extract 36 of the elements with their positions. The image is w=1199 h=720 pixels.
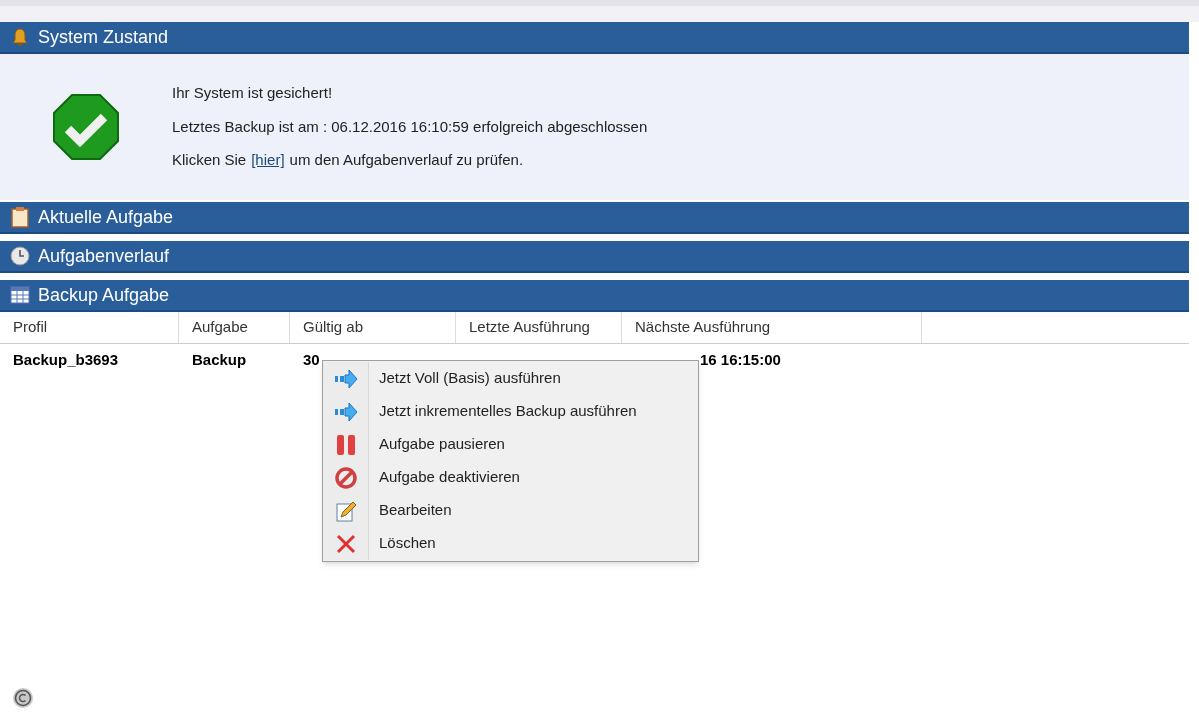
column-header[interactable]: Aufgabe <box>179 312 290 343</box>
check-shield-icon <box>52 93 120 161</box>
column-header[interactable]: Profil <box>0 312 179 343</box>
section-header[interactable]: Aufgabenverlauf <box>0 241 1189 273</box>
history-link[interactable]: [hier] <box>251 149 285 172</box>
status-text: Letztes Backup ist am : 06.12.2016 16:10:59 erfolgreich abgeschlossen <box>172 116 648 137</box>
menu-item[interactable]: Jetzt Voll (Basis) ausführen <box>323 362 698 395</box>
table-cell: 16 16:15:00 <box>700 350 781 368</box>
status-text: Ihr System ist gesichert! <box>172 83 334 104</box>
clipboard-icon <box>10 206 30 228</box>
edit-icon <box>334 499 357 522</box>
table-cell: Backup <box>192 350 247 368</box>
menu-item[interactable]: Aufgabe deaktivieren <box>323 461 698 494</box>
column-header[interactable]: Letzte Ausführung <box>456 312 622 343</box>
status-text: um den Aufgabenverlauf zu prüfen. <box>289 150 524 171</box>
table-cell: Backup_b3693 <box>13 350 119 368</box>
menu-item[interactable]: Bearbeiten <box>323 494 698 527</box>
table-icon <box>10 286 30 304</box>
column-header[interactable]: Gültig ab <box>290 312 456 343</box>
prohibited-icon <box>334 466 357 489</box>
menu-item[interactable]: Löschen <box>323 527 698 560</box>
copyright-icon <box>12 687 34 709</box>
clock-icon <box>10 246 30 266</box>
menu-item[interactable]: Aufgabe pausieren <box>323 428 698 461</box>
arrow-icon <box>333 401 358 422</box>
status-text: Klicken Sie <box>172 150 247 171</box>
column-header[interactable]: Nächste Ausführung <box>622 312 922 343</box>
bell-icon <box>10 27 30 47</box>
close-icon <box>334 532 357 555</box>
table-cell: 30 <box>303 350 320 368</box>
pause-icon <box>334 433 357 456</box>
menu-item[interactable]: Jetzt inkrementelles Backup ausführen <box>323 395 698 428</box>
arrow-icon <box>333 368 358 389</box>
section-header[interactable]: Aktuelle Aufgabe <box>0 202 1189 234</box>
section-header[interactable]: Backup Aufgabe <box>0 280 1189 312</box>
section-header[interactable]: System Zustand <box>0 22 1189 54</box>
